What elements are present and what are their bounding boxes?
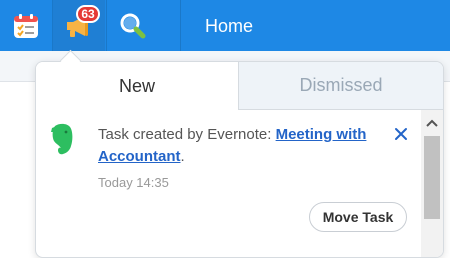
vertical-scrollbar[interactable] <box>421 110 443 257</box>
notification-count-badge: 63 <box>76 5 100 23</box>
chevron-up-icon <box>426 119 438 127</box>
evernote-elephant-icon <box>51 123 73 155</box>
notification-prefix: Task created by Evernote: <box>98 126 276 143</box>
calendar-checklist-icon <box>14 13 38 38</box>
scroll-thumb[interactable] <box>424 136 440 219</box>
home-link[interactable]: Home <box>205 16 253 37</box>
notification-list: Task created by Evernote: Meeting with A… <box>36 110 421 257</box>
scroll-up-button[interactable] <box>421 116 443 130</box>
tab-new[interactable]: New <box>36 62 238 110</box>
notification-tabs: New Dismissed <box>36 62 443 110</box>
top-navigation-bar: 63 Home <box>0 0 450 51</box>
move-task-button[interactable]: Move Task <box>309 202 407 232</box>
tab-dismissed[interactable]: Dismissed <box>238 62 443 110</box>
close-x-icon[interactable] <box>393 126 409 142</box>
notification-timestamp: Today 14:35 <box>98 175 169 190</box>
search-button[interactable] <box>107 0 159 51</box>
magnifier-icon <box>120 13 146 38</box>
calendar-button[interactable] <box>0 0 52 51</box>
notification-message: Task created by Evernote: Meeting with A… <box>98 124 368 168</box>
notifications-popover: New Dismissed Task created by Evernote: … <box>35 61 444 258</box>
notification-suffix: . <box>180 148 185 165</box>
